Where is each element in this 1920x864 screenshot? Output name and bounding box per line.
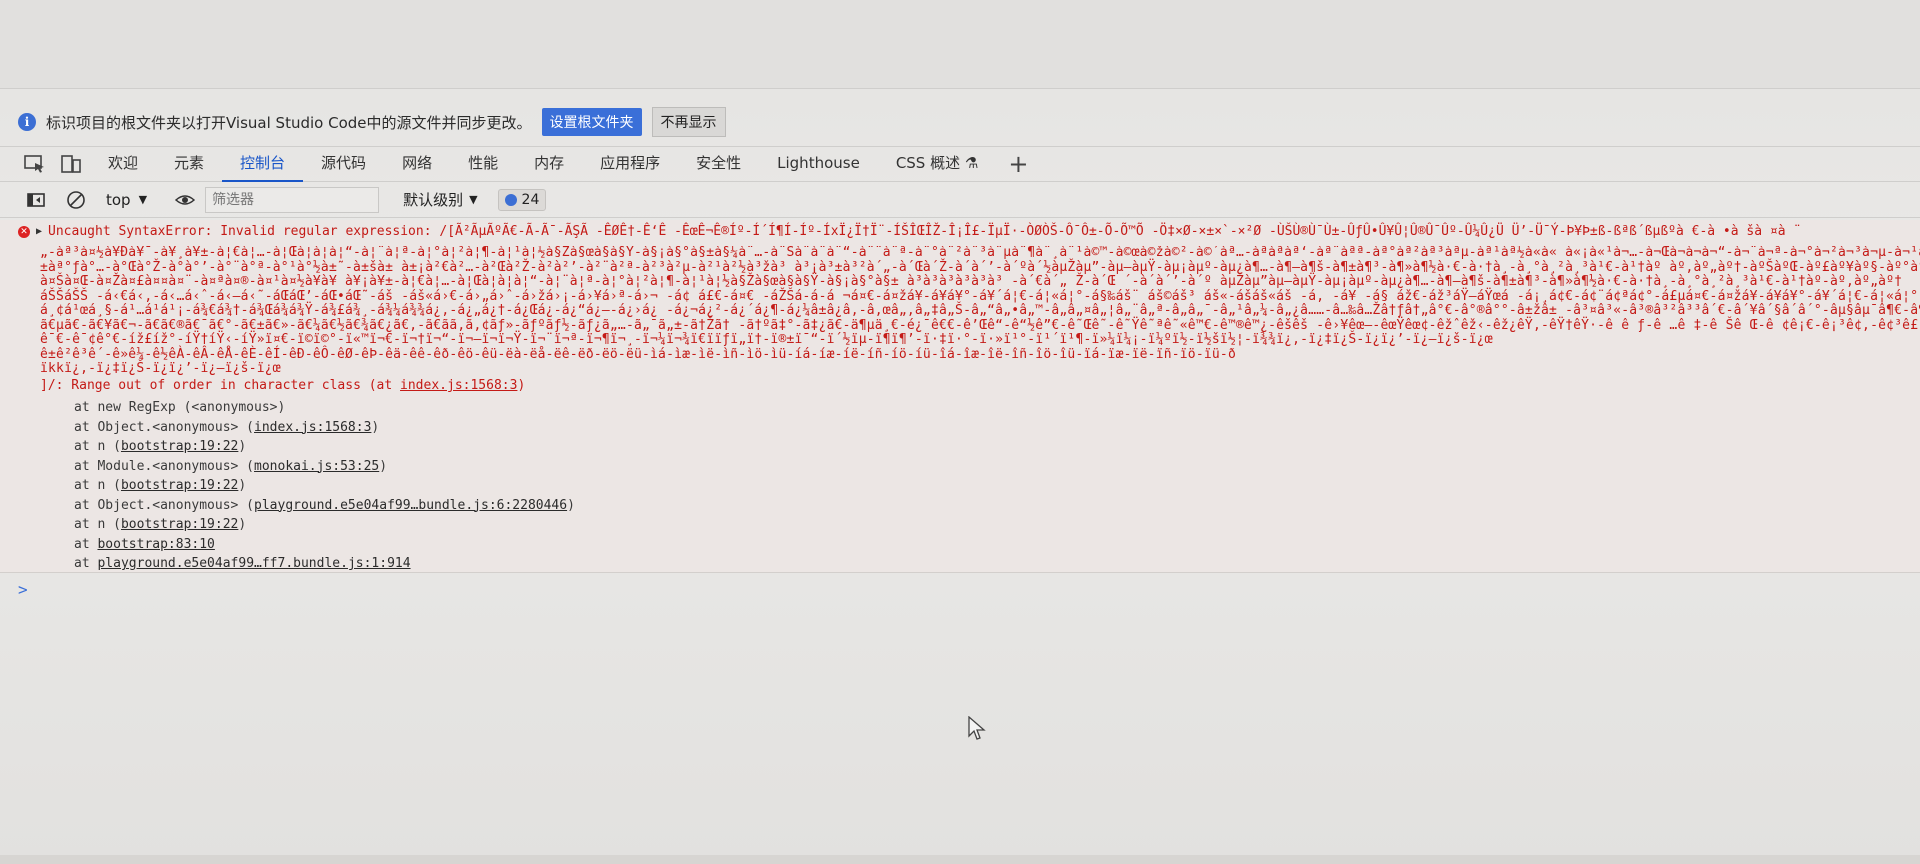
- range-prefix: ]/: Range out of order in character clas…: [40, 378, 401, 393]
- regex-line: ±àª°ƒà°…-à°Œà°Ž-à°à°’-à°¨à°ª-à°¹à°½à±˜-à…: [40, 259, 1920, 275]
- device-toggle-icon[interactable]: [60, 155, 82, 173]
- tab-list: 欢迎 元素 控制台 源代码 网络 性能 内存 应用程序 安全性 Lighthouse CSS 概述 …: [90, 146, 996, 182]
- error-regex-body: „-àª³à¤½à¥Ðà¥¯-à¥¸à¥±-à¦€à¦…-à¦Œà¦à¦à¦“-…: [40, 246, 1920, 377]
- screen: i 标识项目的根文件夹以打开Visual Studio Code中的源文件并同步…: [0, 0, 1920, 864]
- tab-7[interactable]: 应用程序: [582, 146, 678, 182]
- mouse-pointer-icon: [968, 716, 986, 740]
- stack-frame-suffix: ): [567, 497, 575, 513]
- message-count-badge[interactable]: 24: [497, 188, 547, 211]
- stack-frame-suffix: ): [371, 419, 380, 435]
- stack-frame-link[interactable]: bootstrap:83:10: [97, 537, 214, 552]
- regex-line: á¸¢á¹œá¸§-á¹…á¹á¹¡-á¾€á¾†-á¾Œá¾á¾Ÿ-á¾£á¾…: [40, 303, 1920, 318]
- stack-frame: at Object.<anonymous> (index.js:1568:3): [74, 418, 575, 438]
- stack-frame-link[interactable]: monokai.js:53:25: [254, 459, 379, 474]
- stack-frame-text: at n (: [74, 478, 121, 493]
- regex-line: ê±ê²ê³ê´-ê»ê¼-ê½êÀ-êÂ-êÅ-êÈ-êÍ-êÐ-êÔ-êØ-…: [40, 346, 1236, 362]
- console-prompt[interactable]: >: [18, 580, 28, 599]
- info-icon: i: [18, 113, 36, 131]
- stack-frame-text: at Object.<anonymous> (: [74, 497, 255, 513]
- tab-2[interactable]: 控制台: [222, 146, 304, 182]
- stack-frame-text: at Module.<anonymous> (: [74, 458, 255, 474]
- stack-frame-text: at Object.<anonymous> (: [74, 419, 255, 435]
- stack-frame-link[interactable]: playground.e5e04af99…ff7.bundle.js:1:914: [97, 556, 410, 571]
- infobar: i 标识项目的根文件夹以打开Visual Studio Code中的源文件并同步…: [0, 98, 1920, 146]
- stack-frame-link[interactable]: bootstrap:19:22: [121, 517, 238, 532]
- clear-icon[interactable]: [66, 190, 86, 210]
- error-header: ✕ ▶ Uncaught SyntaxError: Invalid regula…: [18, 224, 1801, 239]
- message-icon: [504, 193, 517, 206]
- tab-5[interactable]: 性能: [450, 146, 516, 182]
- error-icon: ✕: [18, 225, 30, 238]
- inspect-icon[interactable]: [24, 155, 46, 173]
- tab-0[interactable]: 欢迎: [90, 146, 156, 182]
- stack-frame-text: at n (: [74, 517, 121, 532]
- stack-frame: at n (bootstrap:19:22): [74, 515, 575, 535]
- message-count: 24: [521, 191, 540, 208]
- tab-1[interactable]: 元素: [156, 146, 222, 182]
- regex-line: ã€µã€-ã€¥ã€¬-ã€­ã€®ã€¯ã€°-ã€±ã€»-ã€¼ã€½ã…: [40, 317, 1920, 333]
- devtools-tabbar: 欢迎 元素 控制台 源代码 网络 性能 内存 应用程序 安全性 Lighthouse CSS 概述 …: [0, 146, 1920, 182]
- stack-frame-suffix: ): [238, 478, 247, 493]
- range-suffix: ): [517, 378, 526, 393]
- error-title: Uncaught SyntaxError: Invalid regular ex…: [48, 224, 1802, 239]
- stack-frame-text: at n (: [74, 439, 121, 454]
- regex-line: „-àª³à¤½à¥Ðà¥¯-à¥¸à¥±-à¦€à¦…-à¦Œà¦à¦à¦“-…: [40, 246, 1920, 260]
- regex-line: ê¯€-ê¯¢ê°€-íž£íž°-íŸ†íŸ‹-íŸ»ï¤€-ï©­ï©°-ï…: [40, 332, 1493, 347]
- stack-frame-suffix: ): [238, 517, 247, 532]
- stack-trace: at new RegExp (<anonymous>) at Object.<an…: [74, 398, 575, 574]
- stack-frame: at playground.e5e04af99…ff7.bundle.js:1:…: [74, 554, 575, 574]
- regex-line: áŠŠáŠŠ -á‹€á‹‚-á‹…á‹ˆ-á‹–á‹˜-áŒáŒ’-áŒ•áŒ…: [40, 288, 1920, 304]
- set-root-folder-button[interactable]: 设置根文件夹: [541, 108, 642, 136]
- regex-line: ïkkï¿,-ï¿‡ï¿Š-ï¿ï¿’-ï¿—ï¿š-ï¿œ: [40, 361, 281, 376]
- stack-frame: at Module.<anonymous> (monokai.js:53:25): [74, 457, 575, 477]
- error-range-message: ]/: Range out of order in character clas…: [40, 378, 525, 393]
- context-value: top: [106, 190, 131, 209]
- tab-8[interactable]: 安全性: [678, 146, 759, 182]
- screen-bottom-edge: [0, 855, 1920, 864]
- tab-4[interactable]: 网络: [384, 146, 450, 182]
- log-level-value: 默认级别: [403, 191, 464, 209]
- console-error-message: ✕ ▶ Uncaught SyntaxError: Invalid regula…: [0, 220, 1920, 573]
- tab-9[interactable]: Lighthouse: [759, 146, 878, 182]
- stack-frame-link[interactable]: playground.e5e04af99…bundle.js:6:2280446: [254, 498, 567, 513]
- stack-frame: at n (bootstrap:19:22): [74, 437, 575, 457]
- stack-frame: at bootstrap:83:10: [74, 535, 575, 555]
- stack-frame-suffix: ): [379, 458, 388, 474]
- dont-show-again-button[interactable]: 不再显示: [651, 107, 726, 137]
- tab-10[interactable]: CSS 概述 ⚗: [878, 146, 997, 182]
- context-selector[interactable]: top ▼: [106, 191, 147, 209]
- stack-frame-text: at: [74, 556, 98, 571]
- eye-icon[interactable]: [175, 190, 196, 210]
- filter-input[interactable]: [205, 186, 380, 213]
- stack-frame: at new RegExp (<anonymous>): [74, 398, 575, 418]
- regex-line: à¤Šà¤Œ-à¤Žà¤£à¤¤à¤¨-à¤ªà¤®-à¤¹à¤½à¥à¥ à¥…: [40, 274, 1903, 289]
- plus-icon[interactable]: +: [996, 147, 1040, 181]
- stack-frame-suffix: ): [238, 439, 247, 454]
- source-link[interactable]: index.js:1568:3: [400, 378, 517, 393]
- browser-top-area: [0, 0, 1920, 89]
- stack-frame-link[interactable]: bootstrap:19:22: [121, 439, 238, 454]
- console-toolbar: top ▼ 默认级别 ▼ 24: [0, 182, 1920, 218]
- infobar-message: 标识项目的根文件夹以打开Visual Studio Code中的源文件并同步更改…: [46, 113, 532, 132]
- stack-frame-link[interactable]: bootstrap:19:22: [121, 478, 238, 493]
- log-level-dropdown[interactable]: 默认级别 ▼: [403, 189, 477, 210]
- chevron-down-icon: ▼: [469, 193, 478, 206]
- stack-frame-text: at new RegExp (<anonymous>): [74, 400, 286, 415]
- stack-frame: at Object.<anonymous> (playground.e5e04a…: [74, 496, 575, 516]
- stack-frame-link[interactable]: index.js:1568:3: [254, 420, 371, 435]
- chevron-down-icon: ▼: [138, 193, 148, 206]
- tab-6[interactable]: 内存: [516, 146, 582, 182]
- tab-3[interactable]: 源代码: [303, 146, 384, 182]
- sidebar-toggle-icon[interactable]: [26, 190, 46, 210]
- stack-frame: at n (bootstrap:19:22): [74, 476, 575, 496]
- stack-frame-text: at: [74, 536, 98, 552]
- expand-triangle-icon[interactable]: ▶: [36, 226, 42, 237]
